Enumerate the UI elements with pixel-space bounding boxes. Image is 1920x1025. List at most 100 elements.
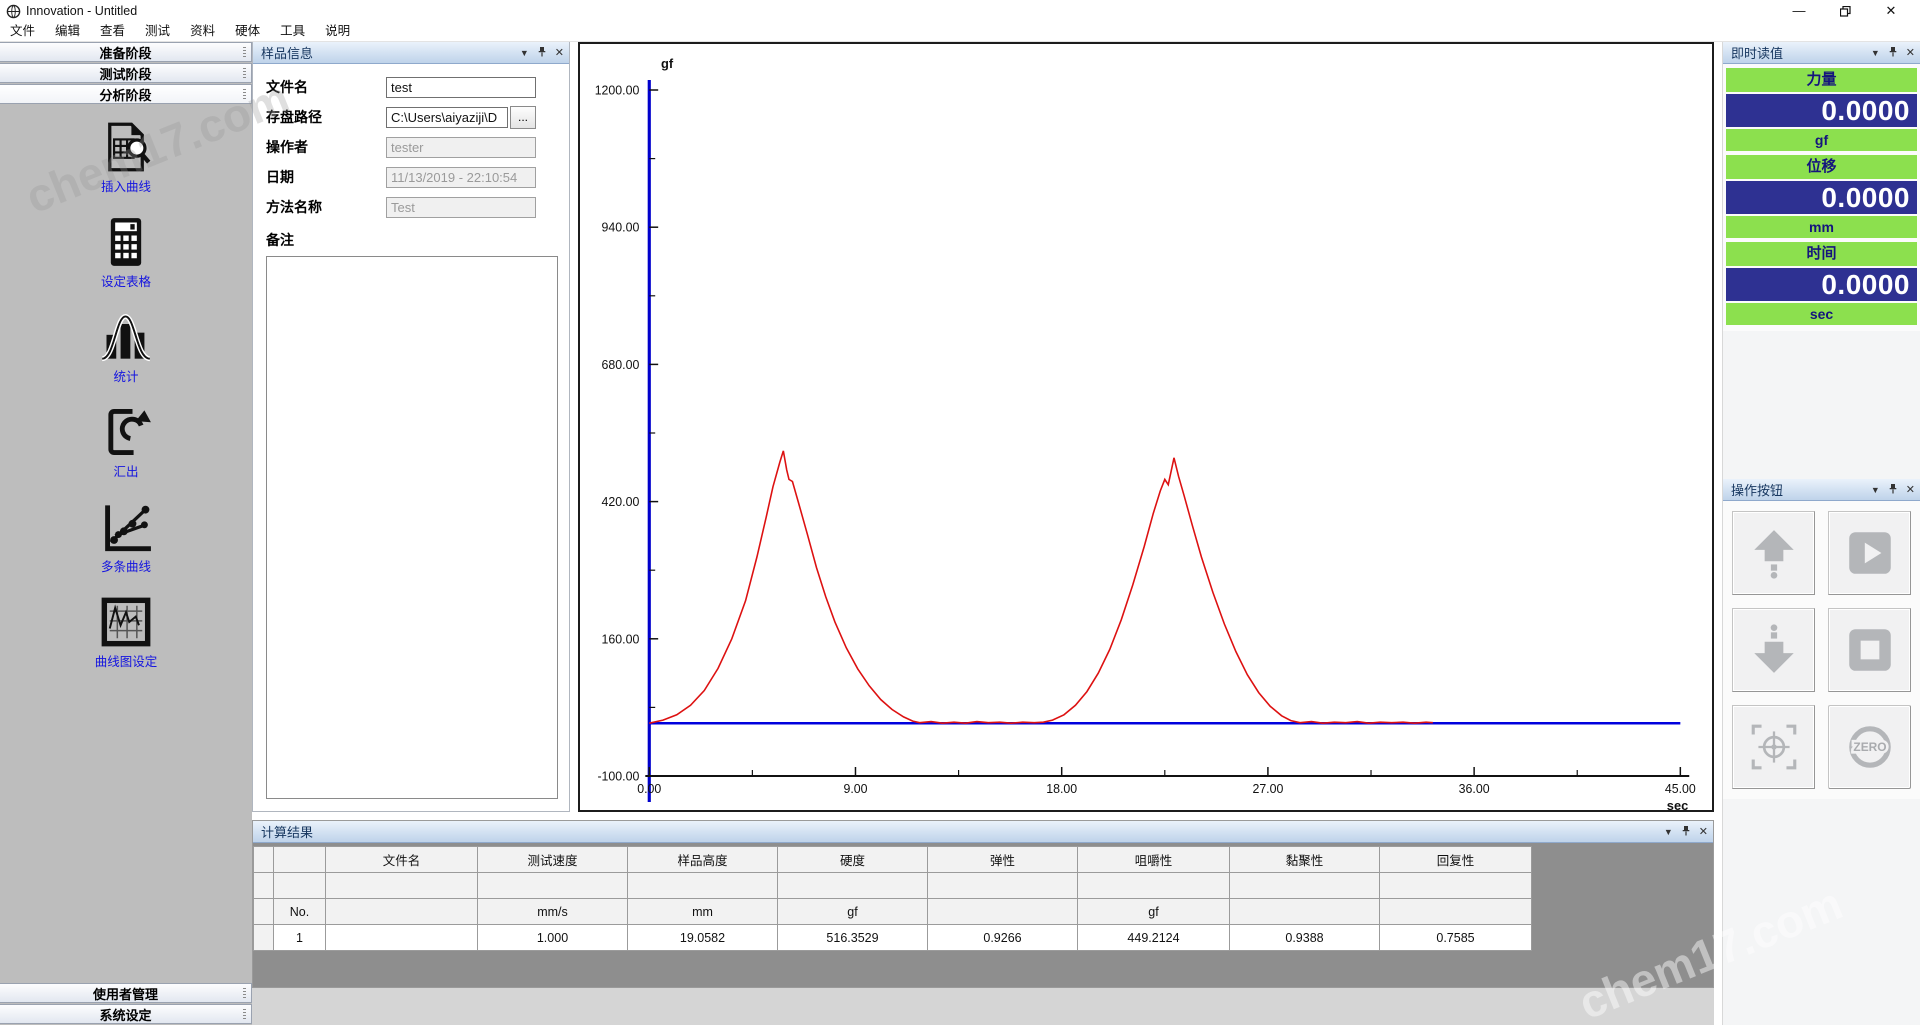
results-units-row: No. mm/s mm gf gf [254,899,1532,925]
panel-pin-icon[interactable] [1889,483,1897,496]
force-label: 力量 [1726,68,1917,92]
tab-label: 准备阶段 [99,43,151,62]
unit-cell-speed: mm/s [478,899,628,925]
svg-text:-100.00: -100.00 [597,769,639,783]
panel-close-icon[interactable]: ✕ [1906,485,1915,495]
tool-insert-curve[interactable]: 插入曲线 [100,121,152,195]
panel-title: 操作按钮 [1731,480,1783,499]
filename-field[interactable] [386,77,536,98]
menu-item-data[interactable]: 资料 [180,21,225,41]
panel-menu-caret-icon[interactable]: ▼ [1871,48,1880,58]
method-name-field [386,197,536,218]
grip-dots-icon [243,988,246,1000]
results-panel: 计算结果 ▼ ✕ [252,820,1714,988]
tool-label: 汇出 [113,461,138,480]
tab-analysis-phase[interactable]: 分析阶段 [0,84,252,104]
tool-export[interactable]: 汇出 [100,406,152,480]
panel-menu-caret-icon[interactable]: ▼ [1664,827,1673,837]
stop-button[interactable] [1828,608,1911,692]
tab-prepare-phase[interactable]: 准备阶段 [0,42,252,62]
row-stub-cell [254,925,274,951]
empty-cell [326,873,478,899]
operation-buttons-panel: 操作按钮 ▼ ✕ [1723,479,1920,799]
panel-close-icon[interactable]: ✕ [555,48,564,58]
save-path-field[interactable] [386,107,508,128]
browse-button[interactable]: ... [510,106,536,129]
empty-cell [478,873,628,899]
displacement-value: 0.0000 [1726,181,1917,214]
tab-label: 分析阶段 [99,85,151,104]
panel-close-icon[interactable]: ✕ [1699,827,1708,837]
notes-textarea[interactable] [266,256,558,799]
panel-menu-caret-icon[interactable]: ▼ [520,48,529,58]
tab-test-phase[interactable]: 测试阶段 [0,63,252,83]
probe-position-button[interactable] [1732,705,1815,789]
tool-label: 插入曲线 [101,176,151,195]
stop-icon [1843,623,1897,677]
test-speed-cell[interactable]: 1.000 [478,925,628,951]
empty-cell [274,873,326,899]
menu-item-file[interactable]: 文件 [0,21,45,41]
tab-system-settings[interactable]: 系统设定 [0,1004,252,1024]
panel-pin-icon[interactable] [538,46,546,59]
filename-cell-selected[interactable]: 软糖_2 [326,925,478,951]
unit-cell [326,899,478,925]
header-cell-hardness: 硬度 [778,847,928,873]
panel-menu-caret-icon[interactable]: ▼ [1871,485,1880,495]
panel-title: 即时读值 [1731,43,1783,62]
svg-text:420.00: 420.00 [602,495,640,509]
unit-cell-springiness [928,899,1078,925]
sidebar: 准备阶段 测试阶段 分析阶段 [0,42,252,1025]
chewiness-cell[interactable]: 449.2124 [1078,925,1230,951]
main-content: 准备阶段 测试阶段 分析阶段 [0,42,1920,1025]
results-header-row: 文件名 测试速度 样品高度 硬度 弹性 咀嚼性 黏聚性 回复性 [254,847,1532,873]
menu-bar: 文件 编辑 查看 测试 资料 硬体 工具 说明 [0,20,1920,42]
tab-user-management[interactable]: 使用者管理 [0,983,252,1003]
jog-down-button[interactable] [1732,608,1815,692]
zero-button[interactable]: ZERO [1828,705,1911,789]
header-cell [254,847,274,873]
displacement-label: 位移 [1726,155,1917,179]
panel-pin-icon[interactable] [1682,825,1690,838]
menu-item-view[interactable]: 查看 [90,21,135,41]
tab-label: 系统设定 [99,1005,151,1024]
menu-item-edit[interactable]: 编辑 [45,21,90,41]
jog-up-button[interactable] [1732,511,1815,595]
tool-table-setup[interactable]: 设定表格 [100,216,152,290]
svg-text:9.00: 9.00 [843,782,867,796]
header-cell-resilience: 回复性 [1380,847,1532,873]
date-label: 日期 [266,167,386,187]
menu-item-hardware[interactable]: 硬体 [225,21,270,41]
menu-item-test[interactable]: 测试 [135,21,180,41]
close-button[interactable]: ✕ [1868,2,1914,20]
run-button[interactable] [1828,511,1911,595]
cohesiveness-cell[interactable]: 0.9388 [1230,925,1380,951]
arrow-up-icon [1747,526,1801,580]
panel-close-icon[interactable]: ✕ [1906,48,1915,58]
svg-text:160.00: 160.00 [602,632,640,646]
menu-item-help[interactable]: 说明 [315,21,360,41]
hardness-cell[interactable]: 516.3529 [778,925,928,951]
sample-height-cell[interactable]: 19.0582 [628,925,778,951]
app-window: Innovation - Untitled — ✕ 文件 编辑 查看 测试 资料… [0,0,1920,1025]
menu-item-tools[interactable]: 工具 [270,21,315,41]
tool-chart-settings[interactable]: 曲线图设定 [95,596,158,670]
resilience-cell[interactable]: 0.7585 [1380,925,1532,951]
restore-button[interactable] [1822,2,1868,20]
tab-label: 使用者管理 [93,984,158,1003]
tool-multi-curve[interactable]: 多条曲线 [100,501,152,575]
statistics-icon [100,311,152,363]
header-cell-cohesiveness: 黏聚性 [1230,847,1380,873]
results-table-area: 文件名 测试速度 样品高度 硬度 弹性 咀嚼性 黏聚性 回复性 [253,843,1713,987]
window-controls: — ✕ [1776,2,1914,20]
panel-pin-icon[interactable] [1889,46,1897,59]
tool-statistics[interactable]: 统计 [100,311,152,385]
tool-label: 曲线图设定 [95,651,158,670]
unit-cell-no: No. [274,899,326,925]
title-bar: Innovation - Untitled — ✕ [0,0,1920,20]
header-cell-sample-height: 样品高度 [628,847,778,873]
analysis-tools: 插入曲线 设定表格 [0,105,252,983]
springiness-cell[interactable]: 0.9266 [928,925,1078,951]
row-number-cell[interactable]: 1 [274,925,326,951]
minimize-button[interactable]: — [1776,2,1822,20]
